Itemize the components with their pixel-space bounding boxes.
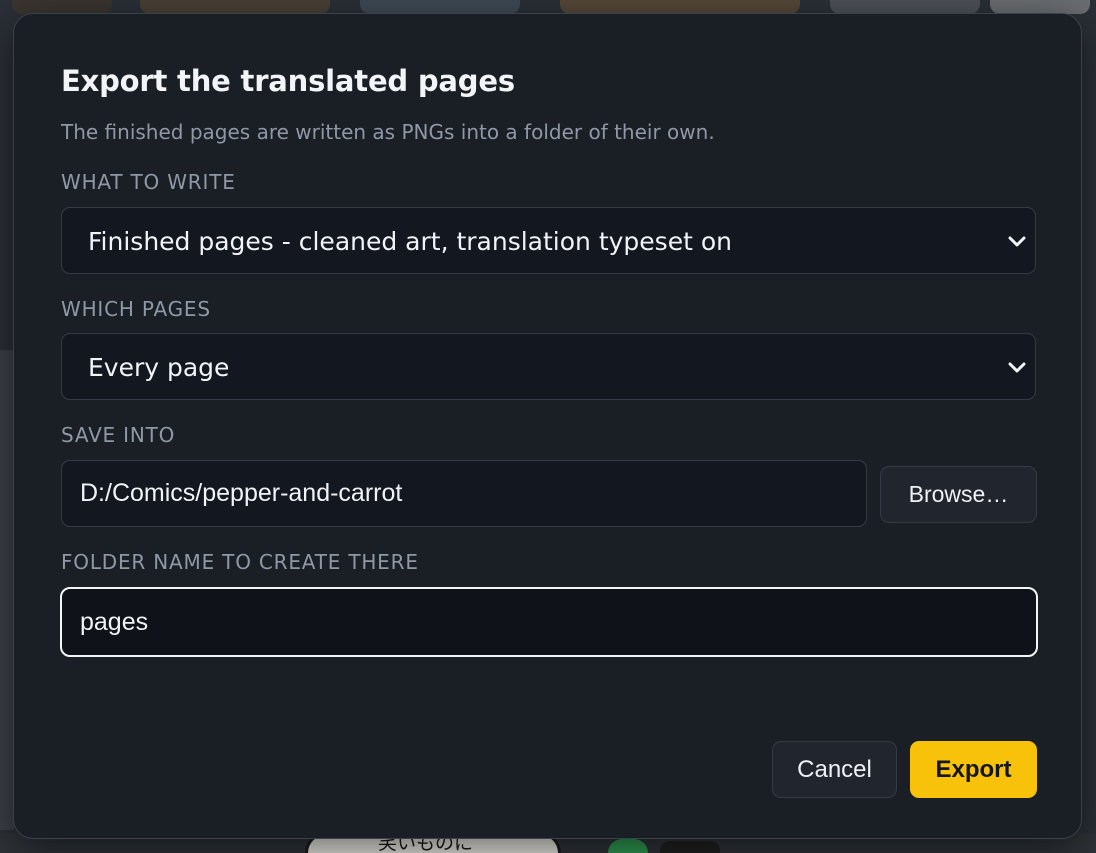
save-into-label: Save into [61, 423, 176, 447]
export-dialog: Export the translated pages The finished… [13, 13, 1082, 839]
background-panel [12, 0, 112, 14]
what-to-write-label: What to write [61, 170, 236, 194]
chevron-down-icon [1008, 362, 1026, 373]
folder-name-input[interactable] [60, 587, 1038, 657]
dialog-subtitle: The finished pages are written as PNGs i… [61, 120, 715, 144]
what-to-write-value: Finished pages - cleaned art, translatio… [88, 227, 732, 256]
background-panel [0, 350, 14, 830]
background-panel [360, 0, 520, 14]
folder-name-label: Folder name to create there [61, 550, 419, 574]
browse-button[interactable]: Browse… [880, 466, 1037, 523]
which-pages-select[interactable]: Every page [61, 333, 1036, 400]
background-panel [830, 0, 980, 14]
save-into-path-input[interactable] [61, 460, 867, 527]
background-figure [608, 839, 648, 853]
which-pages-label: Which pages [61, 297, 211, 321]
export-button[interactable]: Export [910, 741, 1037, 798]
background-panel [560, 0, 800, 14]
what-to-write-select[interactable]: Finished pages - cleaned art, translatio… [61, 207, 1036, 274]
dialog-title: Export the translated pages [61, 64, 515, 98]
chevron-down-icon [1008, 236, 1026, 247]
which-pages-value: Every page [88, 353, 230, 382]
background-figure [660, 841, 720, 853]
cancel-button[interactable]: Cancel [772, 741, 897, 798]
background-panel [990, 0, 1090, 14]
background-panel [140, 0, 330, 14]
